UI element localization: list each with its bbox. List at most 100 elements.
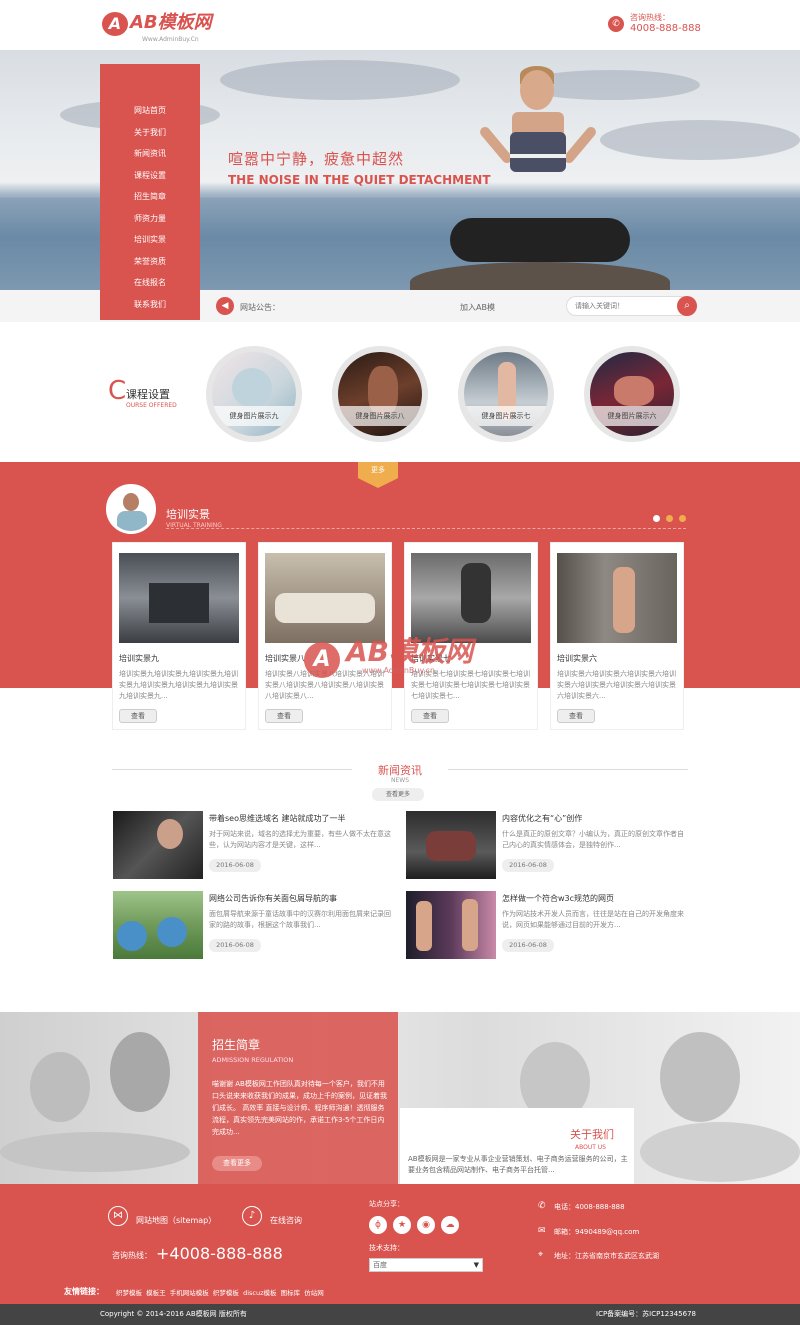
admission-panel: 招生简章 ADMISSION REGULATION 喵谢谢 AB模板网工作团队真… — [198, 1012, 398, 1184]
search-icon[interactable]: ⌕ — [677, 296, 697, 316]
friend-link[interactable]: 图标库 — [281, 1289, 301, 1297]
nav-item-honors[interactable]: 荣誉资质 — [100, 251, 200, 273]
training-card[interactable]: 培训实景六 培训实景六培训实景六培训实景六培训实景六培训实景六培训实景六培训实景… — [550, 542, 684, 730]
logo-mark: A — [102, 12, 128, 36]
admission-more-button[interactable]: 查看更多 — [212, 1156, 262, 1171]
logo[interactable]: A AB模板网 Www.AdminBuy.Cn — [102, 10, 232, 44]
news-title[interactable]: 内容优化之有“心”创作 — [502, 813, 692, 824]
phone-icon: ✆ — [608, 16, 624, 32]
training-card-view-button[interactable]: 查看 — [119, 709, 157, 723]
bell-icon[interactable]: ♪ — [242, 1206, 262, 1226]
training-card-desc: 培训实景六培训实景六培训实景六培训实景六培训实景六培训实景六培训实景六培训实景六… — [557, 670, 676, 700]
carousel-dot[interactable] — [653, 515, 660, 522]
course-item[interactable]: 健身图片展示六 — [584, 346, 680, 442]
news-title[interactable]: 带着seo思维选域名 建站就成功了一半 — [209, 813, 399, 824]
training-card-desc: 培训实景九培训实景九培训实景九培训实景九培训实景九培训实景九培训实景九培训实景九… — [119, 670, 238, 700]
hotline-label: 咨询热线： — [112, 1251, 152, 1260]
hotline-number: +4008-888-888 — [156, 1244, 283, 1263]
links-label: 友情链接： — [64, 1287, 104, 1296]
banner-headline-cn: 喧嚣中宁静，疲惫中超然 — [228, 150, 405, 168]
nav-item-signup[interactable]: 在线报名 — [100, 272, 200, 294]
courses-heading-initial: C — [108, 376, 127, 406]
share-label: 站点分享： — [369, 1200, 404, 1208]
qq-icon[interactable]: ◉ — [417, 1216, 435, 1234]
carousel-dot[interactable] — [666, 515, 673, 522]
news-thumbnail — [406, 811, 496, 879]
training-divider — [166, 528, 686, 529]
training-card-view-button[interactable]: 查看 — [265, 709, 303, 723]
footer-phone: 电话：4008-888-888 — [554, 1203, 625, 1211]
news-item[interactable]: 内容优化之有“心”创作 什么是真正的原创文章？小编认为，真正的原创文章作者自己内… — [406, 811, 696, 879]
footer-address: 地址：江苏省南京市玄武区玄武湖 — [554, 1252, 659, 1260]
admission-text: 喵谢谢 AB模板网工作团队真对待每一个客户，我们不用口头说来来收获我们的成果，成… — [212, 1080, 387, 1136]
friend-link[interactable]: discuz模板 — [243, 1289, 276, 1297]
location-icon: ⌖ — [538, 1250, 544, 1260]
friend-link[interactable]: 模板王 — [146, 1289, 166, 1297]
friend-link[interactable]: 织梦模板 — [213, 1289, 239, 1297]
friend-link[interactable]: 织梦模板 — [116, 1289, 142, 1297]
news-date: 2016-06-08 — [209, 939, 261, 952]
watermark-text: AB模板网 — [346, 635, 474, 668]
training-card[interactable]: 培训实景九 培训实景九培训实景九培训实景九培训实景九培训实景九培训实景九培训实景… — [112, 542, 246, 730]
course-caption: 健身图片展示六 — [590, 406, 674, 426]
weibo-icon[interactable]: ϕ — [369, 1216, 387, 1234]
news-title[interactable]: 网络公司告诉你有关面包屑导航的事 — [209, 893, 399, 904]
phone-number: 4008-888-888 — [630, 23, 701, 34]
sitemap-link[interactable]: 网站地图（sitemap） — [136, 1215, 216, 1226]
training-card-view-button[interactable]: 查看 — [411, 709, 449, 723]
nav-item-contact[interactable]: 联系我们 — [100, 294, 200, 316]
notice-text[interactable]: 加入AB模 — [460, 302, 495, 313]
wechat-icon[interactable]: ☁ — [441, 1216, 459, 1234]
search-input[interactable] — [575, 300, 675, 312]
online-consult-link[interactable]: 在线咨询 — [270, 1215, 302, 1226]
course-item[interactable]: 健身图片展示七 — [458, 346, 554, 442]
news-heading-en: NEWS — [390, 777, 410, 784]
banner-headline: 喧嚣中宁静，疲惫中超然 THE NOISE IN THE QUIET DETAC… — [228, 148, 491, 187]
notice-label: 网站公告： — [240, 303, 280, 312]
nav-item-news[interactable]: 新闻资讯 — [100, 143, 200, 165]
friend-link[interactable]: 仿站网 — [304, 1289, 324, 1297]
share-nodes-icon[interactable]: ⋈ — [108, 1206, 128, 1226]
news-title[interactable]: 怎样做一个符合w3c规范的网页 — [502, 893, 692, 904]
carousel-dot[interactable] — [679, 515, 686, 522]
nav-item-admission[interactable]: 招生简章 — [100, 186, 200, 208]
icp-number: ICP备案编号：苏ICP12345678 — [596, 1310, 696, 1318]
chevron-down-icon: ▼ — [473, 1261, 479, 1269]
courses-heading-en: OURSE OFFERED — [126, 402, 177, 409]
training-card-view-button[interactable]: 查看 — [557, 709, 595, 723]
course-caption: 健身图片展示八 — [338, 406, 422, 426]
nav-item-courses[interactable]: 课程设置 — [100, 165, 200, 187]
header: A AB模板网 Www.AdminBuy.Cn ✆ 咨询热线： 4008-888… — [0, 0, 800, 50]
news-item[interactable]: 带着seo思维选域名 建站就成功了一半 对于网站来说，域名的选择尤为重要，有些人… — [113, 811, 403, 879]
admission-title-cn: 招生简章 — [212, 1038, 261, 1052]
news-thumbnail — [406, 891, 496, 959]
nav-item-home[interactable]: 网站首页 — [100, 100, 200, 122]
admission-title-en: ADMISSION REGULATION — [212, 1056, 294, 1064]
nav-item-teachers[interactable]: 师资力量 — [100, 208, 200, 230]
copyright-bar: Copyright © 2014-2016 AB模板网 版权所有 ICP备案编号… — [0, 1304, 800, 1325]
friend-link[interactable]: 手机网站模板 — [170, 1289, 209, 1297]
tech-select-value: 百度 — [373, 1261, 387, 1269]
main-nav: 网站首页 关于我们 新闻资讯 课程设置 招生简章 师资力量 培训实景 荣誉资质 … — [100, 64, 200, 320]
nav-item-training[interactable]: 培训实景 — [100, 229, 200, 251]
course-item[interactable]: 健身图片展示八 — [332, 346, 428, 442]
watermark-logo: A AB模板网 www.AdminBuy.cn — [304, 626, 504, 696]
nav-item-about[interactable]: 关于我们 — [100, 122, 200, 144]
watermark-url: www.AdminBuy.cn — [362, 666, 436, 675]
course-item[interactable]: 健身图片展示九 — [206, 346, 302, 442]
banner-headline-en: THE NOISE IN THE QUIET DETACHMENT — [228, 173, 491, 187]
star-icon[interactable]: ★ — [393, 1216, 411, 1234]
tech-support-select[interactable]: 百度 ▼ — [369, 1258, 483, 1272]
training-card-title: 培训实景九 — [119, 654, 159, 663]
news-summary: 作为网站技术开发人员而言，往往是站在自己的开发角度来说，网页如果能够通过目前的开… — [502, 910, 684, 929]
news-item[interactable]: 网络公司告诉你有关面包屑导航的事 面包屑导航来源于童话故事中的汉赛尔利用面包屑来… — [113, 891, 403, 959]
training-avatar — [106, 484, 156, 534]
news-item[interactable]: 怎样做一个符合w3c规范的网页 作为网站技术开发人员而言，往往是站在自己的开发角… — [406, 891, 696, 959]
footer-email[interactable]: 邮箱：9490489@qq.com — [554, 1227, 639, 1237]
news-date: 2016-06-08 — [502, 859, 554, 872]
mail-icon: ✉ — [538, 1226, 546, 1236]
news-more-button[interactable]: 查看更多 — [372, 788, 424, 801]
header-phone: ✆ 咨询热线： 4008-888-888 — [608, 12, 758, 40]
news-heading-cn: 新闻资讯 — [378, 764, 422, 777]
logo-url: Www.AdminBuy.Cn — [142, 36, 199, 43]
